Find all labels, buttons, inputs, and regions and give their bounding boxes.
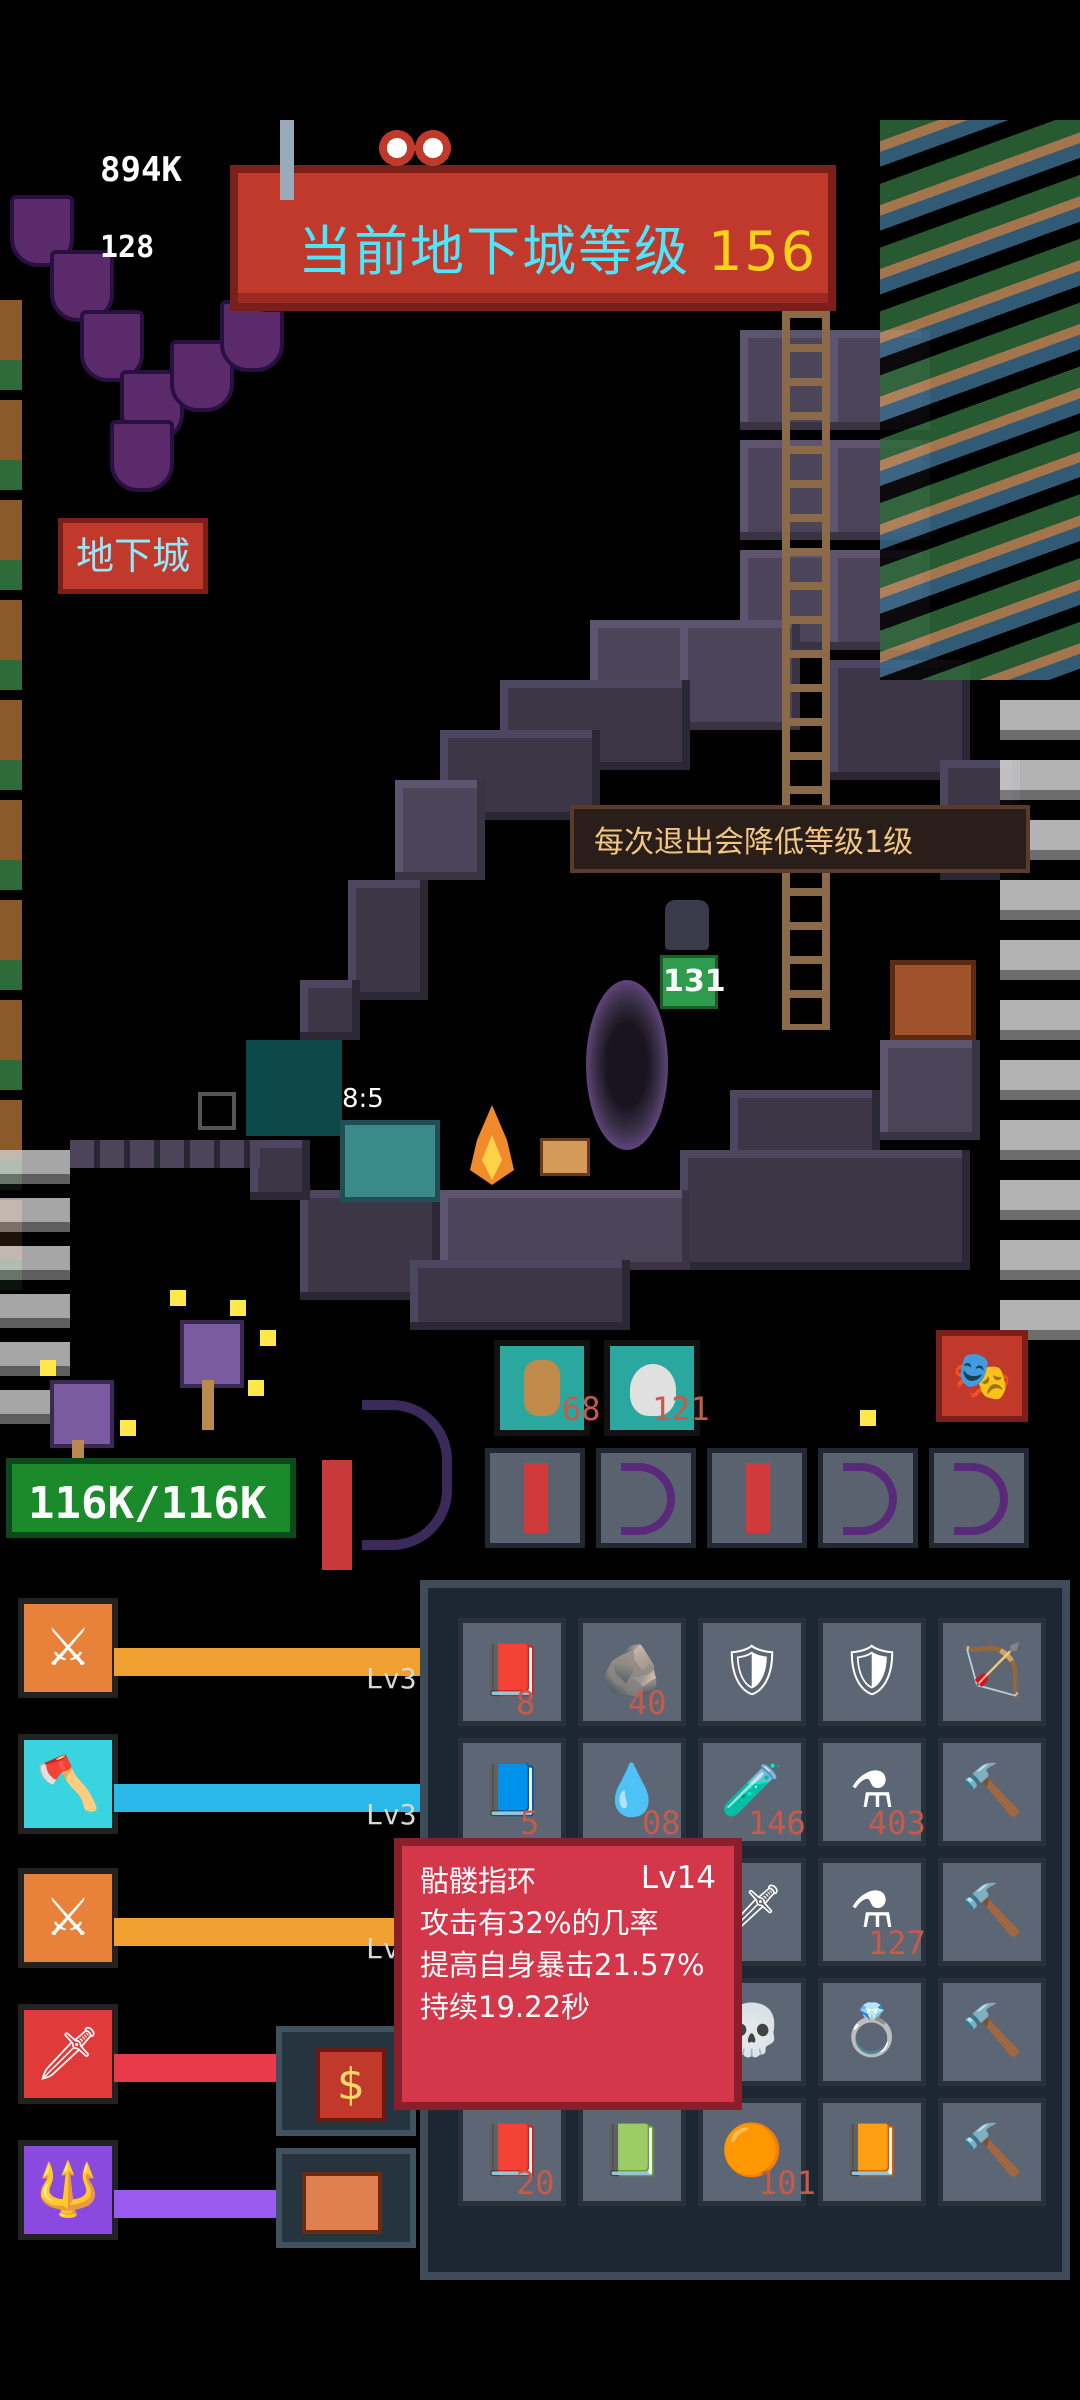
item-count: 127 — [868, 1924, 926, 1962]
inventory-slot[interactable]: 💍 — [818, 1978, 926, 2086]
item-effect-line-3: 持续19.22秒 — [420, 1990, 591, 2024]
item-effect-line-2: 提高自身暴击21.57% — [420, 1948, 705, 1982]
trident-icon[interactable]: 🔱 — [18, 2140, 118, 2240]
dungeon-level-banner: 当前地下城等级 156 — [230, 165, 836, 311]
inventory-slot[interactable]: 📘 — [458, 1738, 566, 1846]
sword-icon — [280, 120, 294, 200]
campfire-icon — [462, 1100, 522, 1190]
gem-amount: 128 — [100, 230, 155, 265]
item-level: Lv14 — [640, 1860, 716, 1896]
crossed-swords-icon[interactable]: ⚔ — [18, 1868, 118, 1968]
potion-count-1: 68 — [562, 1390, 601, 1428]
skill-row-1[interactable]: ⚔ Lv3 — [18, 1598, 434, 1698]
inventory-slot[interactable]: 📗 — [578, 2098, 686, 2206]
eye-enemy-icon — [370, 120, 460, 190]
chest-icon — [302, 2172, 382, 2234]
equip-slot-1[interactable] — [485, 1448, 585, 1548]
item-count: 8 — [516, 1684, 536, 1722]
skill-row-2[interactable]: 🪓 Lv3 — [18, 1734, 434, 1834]
equip-slot-3[interactable] — [707, 1448, 807, 1548]
chest-timer: 8:5 — [342, 1084, 384, 1114]
timed-chest[interactable] — [340, 1120, 440, 1202]
skill-level: Lv3 — [366, 1662, 417, 1695]
inventory-slot[interactable]: 🛡 — [698, 1618, 806, 1726]
skill-cooldown-bar — [114, 2190, 294, 2218]
inventory-slot[interactable]: 🏹 — [938, 1618, 1046, 1726]
inventory-slot[interactable]: 🔨 — [938, 1978, 1046, 2086]
player-hp-bar: 116K/116K — [6, 1458, 296, 1538]
skill-row-3[interactable]: ⚔ Lv — [18, 1868, 434, 1968]
dungeon-level-text: 当前地下城等级 156 — [298, 207, 817, 286]
item-count: 20 — [516, 2164, 555, 2202]
treasure-chest[interactable] — [890, 960, 976, 1040]
inventory-slot[interactable]: 🛡 — [818, 1618, 926, 1726]
cat-pet-icon[interactable] — [665, 900, 709, 950]
skill-cooldown-bar — [114, 2054, 294, 2082]
dungeon-level-value: 156 — [708, 220, 818, 283]
dungeon-button[interactable]: 地下城 — [58, 518, 208, 594]
inventory-slot[interactable]: 🔨 — [938, 2098, 1046, 2206]
crossed-swords-icon[interactable]: ⚔ — [18, 1598, 118, 1698]
item-count: 101 — [758, 2164, 816, 2202]
equip-slot-4[interactable] — [818, 1448, 918, 1548]
inventory-slot[interactable]: 📙 — [818, 2098, 926, 2206]
exit-notice: 每次退出会降低等级1级 — [570, 805, 1030, 873]
teal-block — [246, 1040, 342, 1136]
item-tooltip: 骷髅指环 Lv14 攻击有32%的几率 提高自身暴击21.57% 持续19.22… — [394, 1838, 742, 2110]
inventory-slot[interactable]: 📕 — [458, 1618, 566, 1726]
item-effect-line-1: 攻击有32%的几率 — [420, 1906, 659, 1940]
equip-slot-5[interactable] — [929, 1448, 1029, 1548]
pet-level-badge: 131 — [660, 955, 726, 1009]
gold-amount: 894K — [100, 150, 182, 190]
inventory-slot[interactable]: 🔨 — [938, 1738, 1046, 1846]
ladder — [782, 310, 830, 1030]
inventory-slot[interactable]: 🔨 — [938, 1858, 1046, 1966]
dungeon-portal[interactable] — [586, 980, 668, 1150]
item-count: 5 — [520, 1804, 540, 1842]
item-count: 403 — [868, 1804, 926, 1842]
dollar-icon: $ — [316, 2048, 386, 2122]
dungeon-level-label: 当前地下城等级 — [298, 220, 690, 283]
item-count: 40 — [628, 1684, 667, 1722]
bow-drop-icon — [362, 1400, 452, 1550]
potion-count-2: 121 — [652, 1390, 710, 1428]
signpost — [540, 1138, 590, 1176]
axe-icon[interactable]: 🪓 — [18, 1734, 118, 1834]
fire-sword-icon[interactable]: 🗡 — [18, 2004, 118, 2104]
chest-button[interactable] — [276, 2148, 416, 2248]
skill-level: Lv3 — [366, 1798, 417, 1831]
jester-hat-icon[interactable]: 🎭 — [936, 1330, 1028, 1422]
equip-slot-2[interactable] — [596, 1448, 696, 1548]
item-count: 146 — [748, 1804, 806, 1842]
item-count: 08 — [642, 1804, 681, 1842]
rocket-drop-icon — [322, 1460, 352, 1570]
